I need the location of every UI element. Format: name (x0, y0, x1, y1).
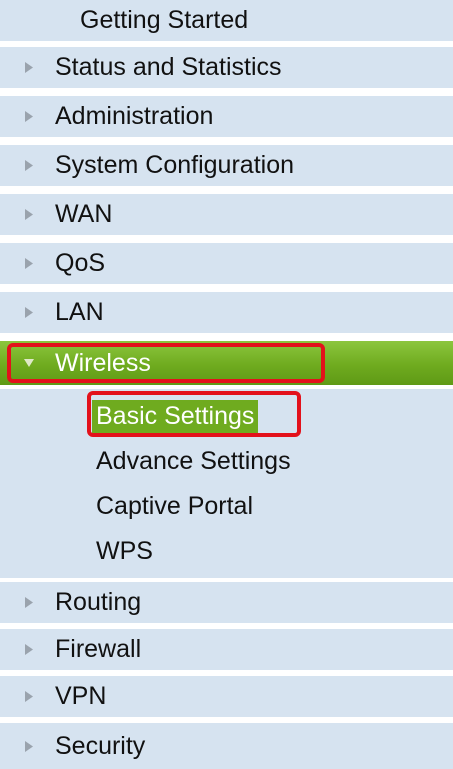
triangle-right-icon (22, 206, 35, 224)
triangle-right-icon (22, 594, 35, 612)
nav-item-administration[interactable]: Administration (0, 96, 453, 139)
nav-item-label: Wireless (55, 348, 151, 377)
triangle-right-icon (22, 255, 35, 273)
nav-item-label: QoS (55, 249, 106, 277)
nav-item-status-and-statistics[interactable]: Status and Statistics (0, 47, 453, 90)
triangle-right-icon (22, 737, 35, 755)
nav-item-label: VPN (55, 682, 107, 710)
nav-item-routing[interactable]: Routing (0, 582, 453, 625)
nav-item-wan[interactable]: WAN (0, 194, 453, 237)
nav-item-firewall[interactable]: Firewall (0, 629, 453, 672)
triangle-right-icon (22, 688, 35, 706)
navigation-menu: Getting Started Status and Statistics Ad… (0, 0, 453, 769)
triangle-right-icon (22, 59, 35, 77)
wireless-submenu: Basic Settings Advance Settings Captive … (0, 389, 453, 580)
nav-item-getting-started[interactable]: Getting Started (0, 0, 453, 43)
nav-item-label: LAN (55, 298, 104, 326)
nav-item-wireless[interactable]: Wireless (0, 341, 453, 387)
nav-item-vpn[interactable]: VPN (0, 676, 453, 719)
nav-item-label: Getting Started (80, 6, 249, 34)
nav-item-label: System Configuration (55, 151, 295, 179)
nav-item-system-configuration[interactable]: System Configuration (0, 145, 453, 188)
triangle-down-icon (22, 354, 35, 372)
nav-item-qos[interactable]: QoS (0, 243, 453, 286)
nav-item-label: Security (55, 731, 146, 760)
submenu-item-wps[interactable]: WPS (96, 537, 153, 566)
submenu-item-captive-portal[interactable]: Captive Portal (96, 492, 253, 521)
triangle-right-icon (22, 157, 35, 175)
nav-item-lan[interactable]: LAN (0, 292, 453, 335)
submenu-item-basic-settings[interactable]: Basic Settings (92, 400, 259, 434)
nav-item-security[interactable]: Security (0, 723, 453, 769)
triangle-right-icon (22, 304, 35, 322)
submenu-item-advance-settings[interactable]: Advance Settings (96, 447, 291, 476)
nav-item-label: WAN (55, 200, 113, 228)
nav-item-label: Administration (55, 102, 214, 130)
triangle-right-icon (22, 108, 35, 126)
triangle-right-icon (22, 641, 35, 659)
nav-item-label: Routing (55, 588, 142, 616)
nav-item-label: Firewall (55, 635, 142, 663)
nav-item-label: Status and Statistics (55, 53, 282, 81)
